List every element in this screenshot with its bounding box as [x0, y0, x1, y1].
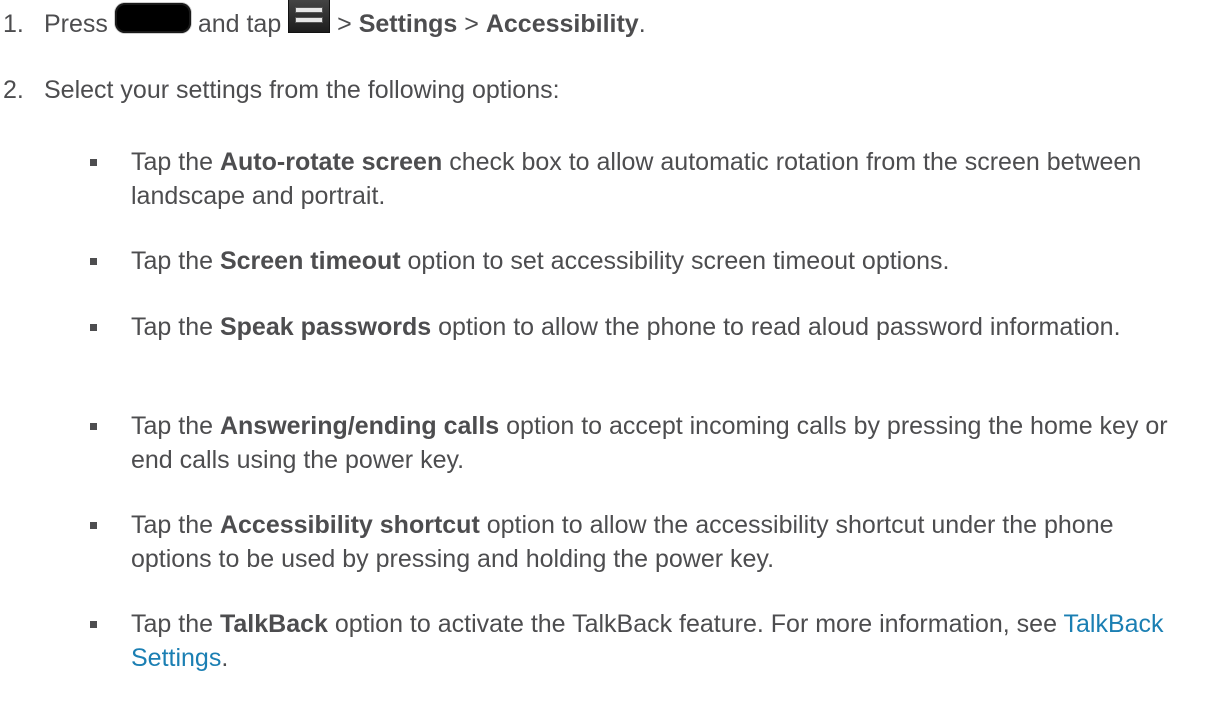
option-pre: Tap the — [131, 247, 214, 275]
option-text: Tap the Speak passwords option to allow … — [131, 310, 1191, 344]
bullet-icon — [90, 423, 97, 430]
option-name: Accessibility shortcut — [219, 511, 480, 539]
separator: > — [464, 10, 479, 38]
separator: > — [337, 10, 352, 38]
option-name: Answering/ending calls — [219, 412, 500, 440]
step-number: 1. — [3, 10, 24, 38]
press-word: Press — [44, 10, 108, 38]
bullet-icon — [90, 159, 97, 166]
option-text: Tap the Answering/ending calls option to… — [131, 409, 1191, 477]
bullet-icon — [90, 258, 97, 265]
option-pre: Tap the — [131, 313, 214, 341]
option-name: Speak passwords — [219, 313, 432, 341]
option-text: Tap the TalkBack option to activate the … — [131, 607, 1191, 675]
bullet-icon — [90, 324, 97, 331]
option-name: Screen timeout — [219, 247, 401, 275]
step-number: 2. — [3, 76, 24, 104]
option-name: TalkBack — [219, 610, 328, 638]
bullet-icon — [90, 522, 97, 529]
and-tap-text: and tap — [197, 10, 282, 38]
option-text: Tap the Accessibility shortcut option to… — [131, 508, 1191, 576]
option-desc: option to allow the phone to read aloud … — [438, 313, 1121, 341]
period: . — [221, 644, 229, 672]
option-pre: Tap the — [131, 511, 214, 539]
step-text: Press and tap > Settings > Accessibility… — [44, 0, 646, 41]
home-key-icon — [114, 3, 191, 33]
period: . — [638, 10, 646, 38]
option-name: Auto-rotate screen — [219, 148, 443, 176]
accessibility-label: Accessibility — [485, 10, 639, 38]
option-desc: option to set accessibility screen timeo… — [407, 247, 950, 275]
step-text: Select your settings from the following … — [44, 76, 560, 104]
settings-label: Settings — [358, 10, 458, 38]
option-desc: option to activate the TalkBack feature.… — [334, 610, 1057, 638]
menu-key-icon — [288, 0, 331, 33]
option-text: Tap the Auto-rotate screen check box to … — [131, 145, 1191, 213]
bullet-icon — [90, 621, 97, 628]
option-pre: Tap the — [131, 610, 214, 638]
option-text: Tap the Screen timeout option to set acc… — [131, 244, 1191, 278]
option-pre: Tap the — [131, 412, 214, 440]
option-pre: Tap the — [131, 148, 214, 176]
document-page: 1. Press and tap > Settings > Accessibil… — [0, 0, 1210, 706]
